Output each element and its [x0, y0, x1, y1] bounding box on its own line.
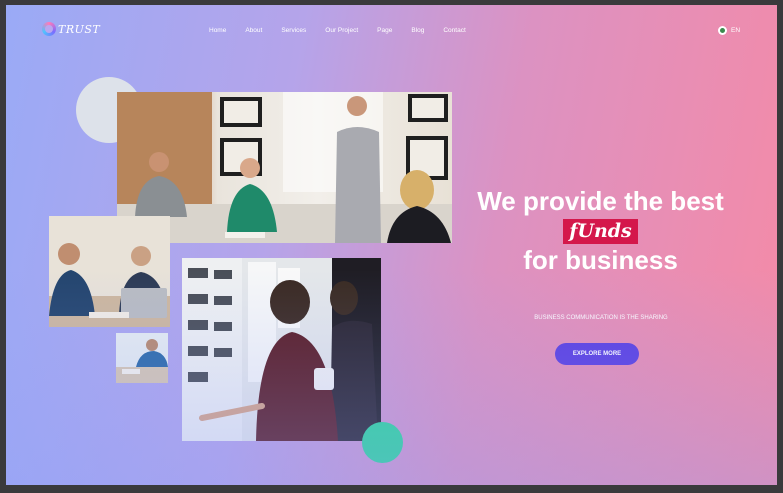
logo[interactable]: TRUST: [42, 22, 100, 36]
hero-highlight-badge: fUnds: [563, 219, 638, 244]
nav-about[interactable]: About: [245, 27, 262, 34]
explore-more-button[interactable]: EXPLORE MORE: [555, 343, 639, 365]
main-nav: Home About Services Our Project Page Blo…: [209, 27, 485, 34]
hero-heading-line3: for business: [523, 245, 678, 275]
logo-icon: [42, 22, 56, 36]
laptop-meeting-photo: [49, 216, 170, 327]
nav-services[interactable]: Services: [281, 27, 306, 34]
laptop-meeting-illustration: [49, 216, 170, 327]
page-canvas: TRUST Home About Services Our Project Pa…: [6, 5, 777, 485]
working-man-photo: [116, 333, 168, 383]
language-switcher[interactable]: EN: [718, 26, 740, 35]
nav-home[interactable]: Home: [209, 27, 226, 34]
nav-page[interactable]: Page: [377, 27, 392, 34]
working-man-illustration: [116, 333, 168, 383]
decorative-circle-green: [362, 422, 403, 463]
logo-text: TRUST: [58, 22, 101, 36]
whiteboard-discussion-illustration: [182, 258, 381, 441]
whiteboard-discussion-photo: [182, 258, 381, 441]
hero-subtitle: BUSINESS COMMUNICATION IS THE SHARING: [534, 315, 668, 321]
nav-blog[interactable]: Blog: [411, 27, 424, 34]
globe-icon: [718, 26, 727, 35]
language-label: EN: [731, 27, 741, 34]
nav-our-project[interactable]: Our Project: [325, 27, 358, 34]
hero-heading-line1: We provide the best: [477, 186, 724, 216]
nav-contact[interactable]: Contact: [443, 27, 465, 34]
hero-heading: We provide the best fUnds for business: [458, 185, 743, 276]
